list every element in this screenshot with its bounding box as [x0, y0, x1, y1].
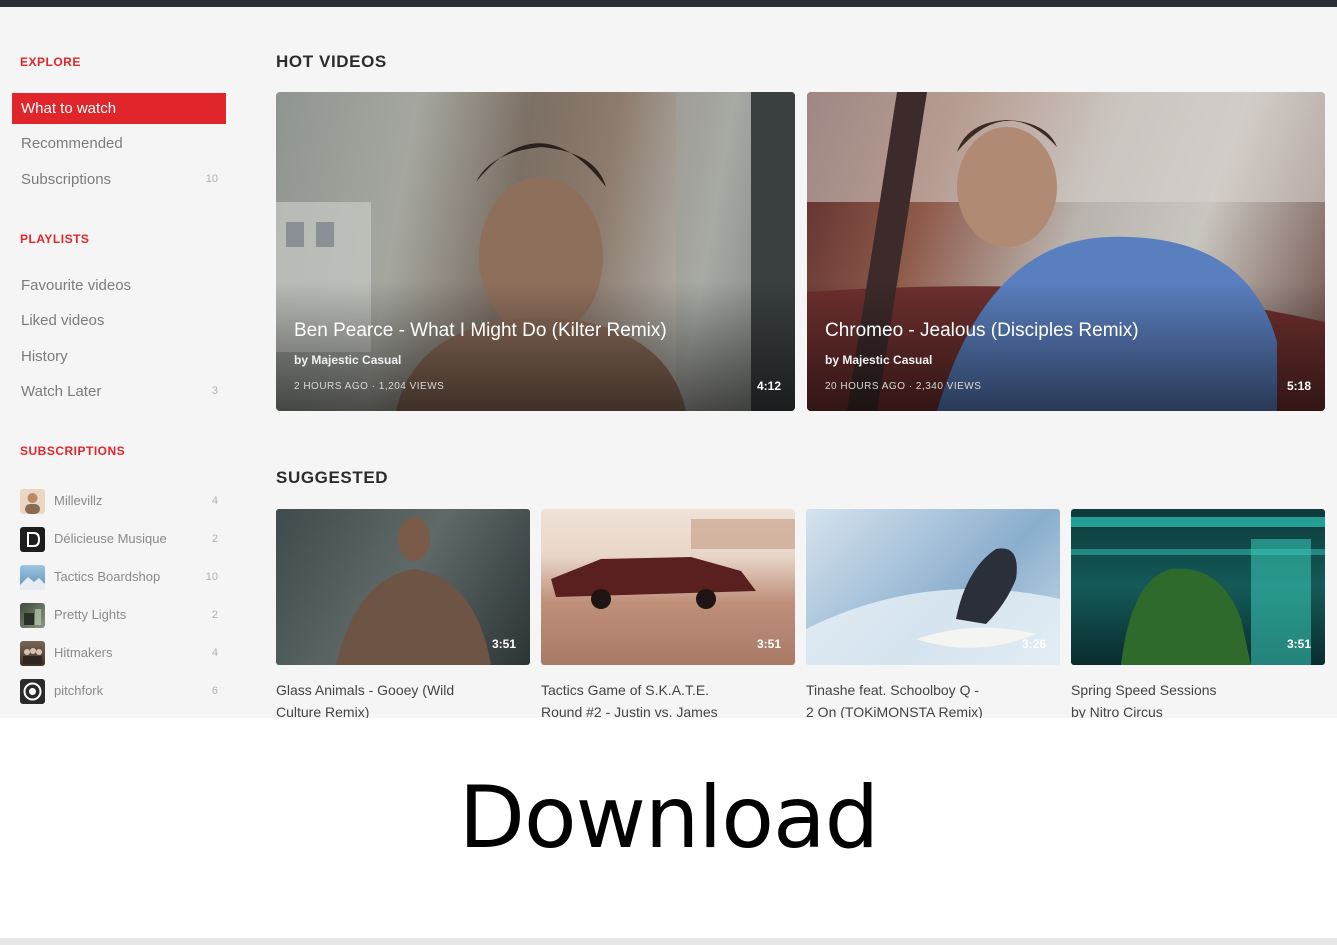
sidebar-item-history[interactable]: History: [12, 341, 226, 372]
video-title[interactable]: Tactics Game of S.K.A.T.E.: [541, 679, 781, 701]
top-bar: [0, 0, 1337, 7]
video-duration: 3:51: [756, 637, 781, 651]
video-title[interactable]: Tinashe feat. Schoolboy Q -: [806, 679, 1046, 701]
video-duration: 3:51: [1286, 637, 1311, 651]
video-duration: 3:51: [491, 637, 516, 651]
hot-videos-heading: HOT VIDEOS: [276, 52, 387, 71]
video-thumbnail: 3:51: [541, 509, 795, 665]
count-badge: 10: [205, 571, 218, 583]
sidebar-item-label: Favourite videos: [21, 277, 132, 294]
video-title-line2[interactable]: 2 On (TOKiMONSTA Remix): [806, 701, 1046, 718]
landscape-avatar: [20, 565, 45, 590]
crowd-avatar: [20, 641, 45, 666]
video-duration: 3:26: [1021, 637, 1046, 651]
sidebar-item-what-to-watch[interactable]: What to watch: [12, 93, 226, 124]
subscription-label: Hitmakers: [54, 645, 113, 660]
sidebar-item-label: Subscriptions: [21, 171, 112, 188]
video-title-line2[interactable]: Culture Remix): [276, 701, 516, 718]
hot-video-card[interactable]: Ben Pearce - What I Might Do (Kilter Rem…: [276, 92, 795, 411]
sidebar-item-recommended[interactable]: Recommended: [12, 128, 226, 159]
subscription-item[interactable]: Délicieuse Musique 2: [20, 525, 226, 553]
subscription-item[interactable]: Pretty Lights 2: [20, 601, 226, 629]
sidebar-item-subscriptions[interactable]: Subscriptions 10: [12, 164, 226, 195]
sidebar-item-label: Watch Later: [21, 383, 102, 400]
subscription-label: Délicieuse Musique: [54, 531, 167, 546]
sidebar: EXPLORE What to watch Recommended Subscr…: [0, 7, 250, 718]
video-channel[interactable]: by Majestic Casual: [294, 353, 401, 367]
sidebar-item-label: Recommended: [21, 135, 123, 152]
video-meta: 20 HOURS AGO · 2,340 VIEWS: [825, 381, 982, 392]
scene-avatar: [20, 603, 45, 628]
video-thumbnail: 3:51: [1071, 509, 1325, 665]
count-badge: 10: [205, 173, 218, 185]
d-logo-avatar: [20, 527, 45, 552]
count-badge: 3: [211, 385, 218, 397]
video-meta: 2 HOURS AGO · 1,204 VIEWS: [294, 381, 445, 392]
video-title[interactable]: Ben Pearce - What I Might Do (Kilter Rem…: [294, 320, 667, 342]
video-thumbnail: 3:26: [806, 509, 1060, 665]
video-title-line2[interactable]: Round #2 - Justin vs. James: [541, 701, 781, 718]
subscription-label: Tactics Boardshop: [54, 569, 161, 584]
playlists-section-title: PLAYLISTS: [20, 232, 90, 246]
video-title[interactable]: Spring Speed Sessions: [1071, 679, 1311, 701]
subscription-item[interactable]: Millevillz 4: [20, 487, 226, 515]
bottom-edge: [0, 938, 1337, 945]
sidebar-item-watch-later[interactable]: Watch Later 3: [12, 376, 226, 407]
video-title[interactable]: Chromeo - Jealous (Disciples Remix): [825, 320, 1139, 342]
suggested-heading: SUGGESTED: [276, 468, 389, 487]
video-title[interactable]: Glass Animals - Gooey (Wild: [276, 679, 516, 701]
sidebar-item-label: What to watch: [21, 100, 117, 117]
count-badge: 2: [211, 609, 218, 621]
sidebar-item-favourite-videos[interactable]: Favourite videos: [12, 270, 226, 301]
person-avatar: [20, 489, 45, 514]
count-badge: 4: [211, 495, 218, 507]
sidebar-item-liked-videos[interactable]: Liked videos: [12, 305, 226, 336]
video-thumbnail: 3:51: [276, 509, 530, 665]
circle-logo-avatar: [20, 679, 45, 704]
subscription-item[interactable]: pitchfork 6: [20, 677, 226, 705]
video-channel[interactable]: by Majestic Casual: [825, 353, 932, 367]
count-badge: 6: [211, 685, 218, 697]
sidebar-item-label: Liked videos: [21, 312, 105, 329]
app-window: EXPLORE What to watch Recommended Subscr…: [0, 7, 1337, 718]
subscription-label: pitchfork: [54, 683, 104, 698]
subscription-item[interactable]: Hitmakers 4: [20, 639, 226, 667]
video-duration: 4:12: [756, 379, 781, 393]
subscriptions-section-title: SUBSCRIPTIONS: [20, 444, 126, 458]
subscription-label: Millevillz: [54, 493, 103, 508]
subscription-item[interactable]: Tactics Boardshop 10: [20, 563, 226, 591]
download-link[interactable]: Download: [0, 768, 1337, 868]
hot-video-card[interactable]: Chromeo - Jealous (Disciples Remix) by M…: [807, 92, 1325, 411]
count-badge: 4: [211, 647, 218, 659]
sidebar-item-label: History: [21, 348, 68, 365]
explore-section-title: EXPLORE: [20, 55, 81, 69]
count-badge: 2: [211, 533, 218, 545]
video-duration: 5:18: [1286, 379, 1311, 393]
subscription-label: Pretty Lights: [54, 607, 127, 622]
video-title-line2[interactable]: by Nitro Circus: [1071, 701, 1311, 718]
